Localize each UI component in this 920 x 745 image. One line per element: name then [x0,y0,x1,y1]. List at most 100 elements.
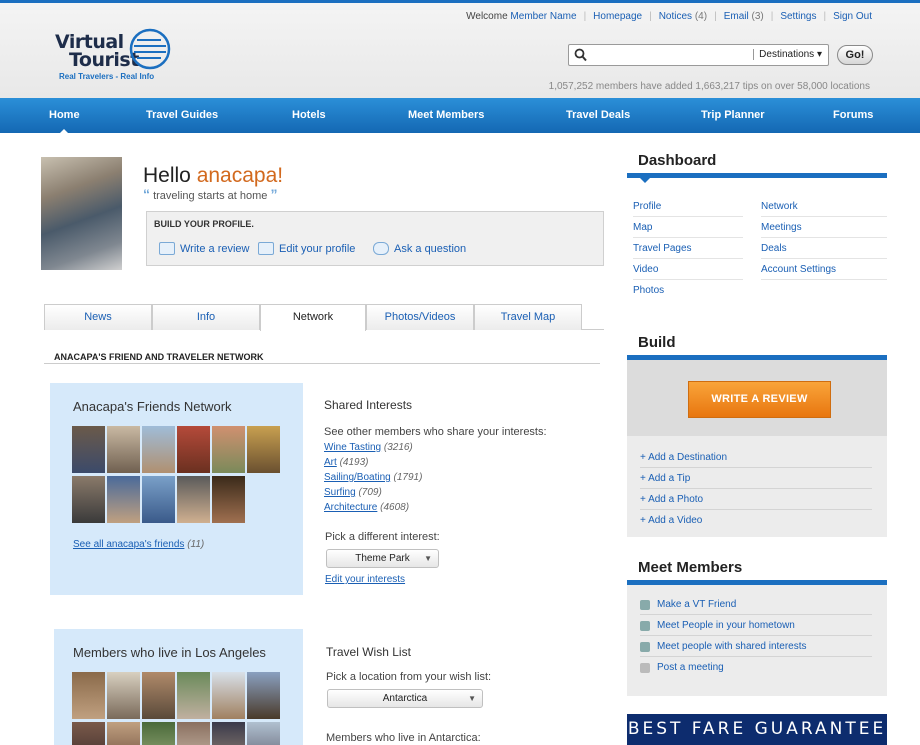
meet-members-panel: Make a VT Friend Meet People in your hom… [627,585,887,696]
member-avatar[interactable] [212,722,245,745]
tab-news[interactable]: News [44,304,152,330]
best-fare-guarantee-banner[interactable]: BEST FARE GUARANTEE [627,714,887,745]
dashboard-meetings[interactable]: Meetings [761,222,887,238]
interest-list: Wine Tasting (3216) Art (4193) Sailing/B… [324,442,584,513]
nav-hotels[interactable]: Hotels [292,109,326,121]
settings-link[interactable]: Settings [780,11,816,22]
friend-avatar[interactable] [177,426,210,473]
homepage-link[interactable]: Homepage [593,11,642,22]
hello-text: Hello [143,164,191,187]
notices-link[interactable]: Notices [659,11,692,22]
edit-profile-link[interactable]: Edit your profile [258,242,355,255]
dashboard-deals[interactable]: Deals [761,243,887,259]
people-icon [640,599,650,610]
dashboard-map[interactable]: Map [633,222,743,238]
nav-travel-deals[interactable]: Travel Deals [566,109,630,121]
wish-list-select[interactable]: Antarctica ▼ [327,689,483,708]
nav-travel-guides[interactable]: Travel Guides [146,109,218,121]
interest-link[interactable]: Sailing/Boating [324,472,391,483]
friend-avatar[interactable] [142,476,175,523]
add-video-link[interactable]: + Add a Video [640,515,872,530]
sign-out-link[interactable]: Sign Out [833,11,872,22]
list-item: Wine Tasting (3216) [324,442,584,453]
tab-network[interactable]: Network [260,304,366,331]
see-all-friends-link[interactable]: See all anacapa's friends [73,539,184,550]
friend-avatar[interactable] [107,476,140,523]
member-avatar[interactable] [247,722,280,745]
dashboard-profile[interactable]: Profile [633,201,743,217]
interest-link[interactable]: Surfing [324,487,356,498]
profile-photo[interactable] [41,157,122,270]
divider [44,363,600,364]
dashboard-account-settings[interactable]: Account Settings [761,264,887,280]
email-count: (3) [751,11,764,22]
interest-link[interactable]: Art [324,457,337,468]
tab-travel-map[interactable]: Travel Map [474,304,582,330]
nav-trip-planner[interactable]: Trip Planner [701,109,765,121]
add-destination-link[interactable]: + Add a Destination [640,452,872,468]
add-photo-link[interactable]: + Add a Photo [640,494,872,510]
shared-interests-subtitle: See other members who share your interes… [324,426,547,438]
top-links: Welcome Member Name | Homepage | Notices… [466,11,872,22]
member-avatar[interactable] [72,672,105,719]
virtual-tourist-logo[interactable]: Virtual Tourist Real Travelers - Real In… [55,27,175,83]
member-avatar[interactable] [247,672,280,719]
dashboard-network[interactable]: Network [761,201,887,217]
member-avatar[interactable] [107,722,140,745]
email-link[interactable]: Email [724,11,749,22]
member-avatar[interactable] [177,722,210,745]
member-avatar[interactable] [177,672,210,719]
interest-link[interactable]: Architecture [324,502,377,513]
member-avatar[interactable] [107,672,140,719]
friend-avatar[interactable] [107,426,140,473]
active-nav-pointer [58,129,70,135]
dashboard-video[interactable]: Video [633,264,743,280]
write-review-link[interactable]: Write a review [159,242,249,255]
friend-avatar[interactable] [72,426,105,473]
go-button[interactable]: Go! [837,45,873,65]
build-title: Build [638,334,676,351]
people-icon [640,641,650,652]
interest-select[interactable]: Theme Park ▼ [326,549,439,568]
friend-avatar[interactable] [177,476,210,523]
chevron-down-icon: ▼ [468,694,476,703]
nav-home[interactable]: Home [49,109,80,121]
member-avatar[interactable] [72,722,105,745]
divider: | [583,11,587,22]
tab-info[interactable]: Info [152,304,260,330]
wish-list-select-value: Antarctica [382,693,428,704]
profile-name: anacapa! [196,164,284,187]
edit-interests-link[interactable]: Edit your interests [325,574,405,585]
interest-link[interactable]: Wine Tasting [324,442,381,453]
friend-avatar[interactable] [212,476,245,523]
member-avatar[interactable] [212,672,245,719]
list-item: Surfing (709) [324,487,584,498]
member-avatar[interactable] [142,672,175,719]
friend-avatar[interactable] [212,426,245,473]
friend-avatar[interactable] [72,476,105,523]
ask-question-link[interactable]: Ask a question [373,242,466,255]
destinations-dropdown[interactable]: Destinations ▾ [753,49,822,60]
shared-interests-title: Shared Interests [324,398,413,412]
friend-avatar[interactable] [142,426,175,473]
write-a-review-button[interactable]: WRITE A REVIEW [688,381,831,418]
add-tip-link[interactable]: + Add a Tip [640,473,872,489]
member-avatar[interactable] [142,722,175,745]
post-meeting-link[interactable]: Post a meeting [640,662,872,677]
interest-count: (3216) [383,442,413,453]
nav-meet-members[interactable]: Meet Members [408,109,484,121]
write-review-label: Write a review [180,242,250,255]
meet-shared-interests-link[interactable]: Meet people with shared interests [640,641,872,657]
friend-avatar[interactable] [247,426,280,473]
dashboard-travel-pages[interactable]: Travel Pages [633,243,743,259]
make-vt-friend-link[interactable]: Make a VT Friend [640,599,872,615]
see-all-friends: See all anacapa's friends (11) [73,539,204,550]
logo-tagline: Real Travelers - Real Info [59,72,155,81]
user-card-icon [258,242,274,255]
member-name-link[interactable]: Member Name [510,11,576,22]
search-input[interactable] [591,47,741,63]
meet-hometown-link[interactable]: Meet People in your hometown [640,620,872,636]
nav-forums[interactable]: Forums [833,109,873,121]
tab-photos-videos[interactable]: Photos/Videos [366,304,474,330]
dashboard-photos[interactable]: Photos [633,285,743,300]
